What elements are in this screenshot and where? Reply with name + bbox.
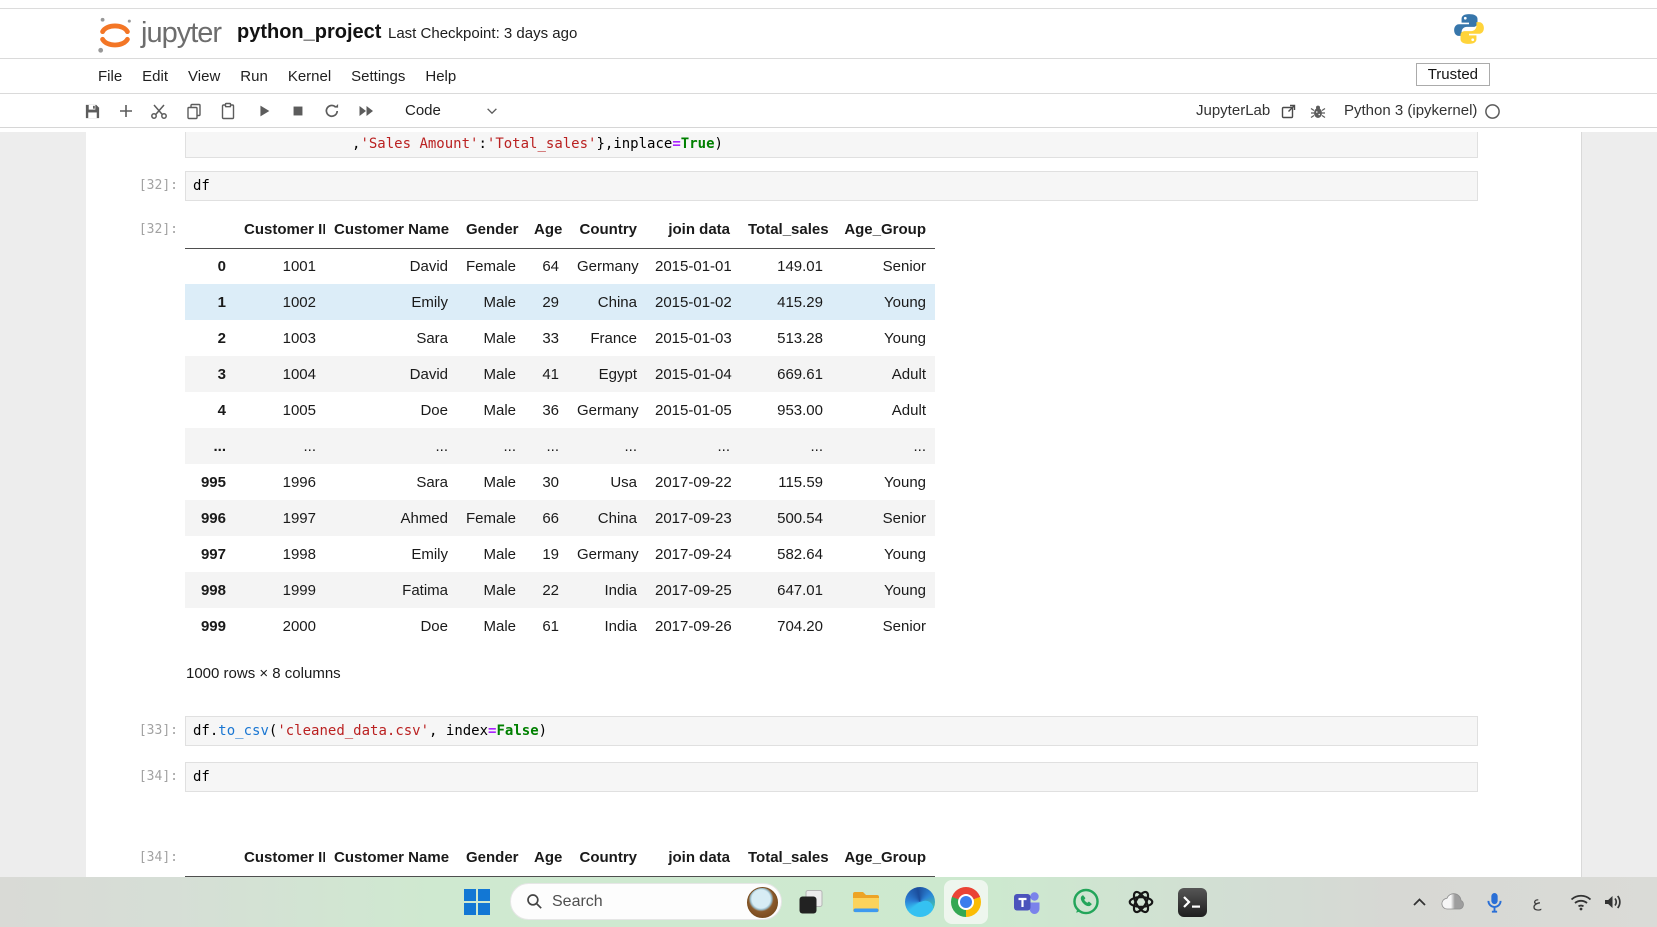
- table-row: 9971998EmilyMale19Germany2017-09-24582.6…: [185, 536, 935, 572]
- file-explorer-icon[interactable]: [851, 887, 881, 917]
- output-prompt: [32]:: [106, 212, 178, 248]
- restart-kernel-button[interactable]: [320, 94, 344, 128]
- column-header: [185, 840, 235, 876]
- window-top-strip: [0, 0, 1657, 9]
- teams-icon[interactable]: [1012, 887, 1042, 917]
- insert-cell-button[interactable]: [114, 94, 138, 128]
- dataframe-output-partial: Customer IDCustomer NameGenderAgeCountry…: [185, 840, 935, 877]
- cut-cell-button[interactable]: [147, 94, 171, 128]
- language-indicator[interactable]: ع: [1526, 887, 1548, 917]
- onedrive-icon[interactable]: [1438, 887, 1468, 917]
- notebook-page: ,'Sales Amount':'Total_sales'},inplace=T…: [86, 132, 1582, 877]
- paste-cell-button[interactable]: [216, 94, 240, 128]
- restart-run-all-button[interactable]: [354, 94, 378, 128]
- start-button[interactable]: [462, 887, 492, 917]
- table-row: 9961997AhmedFemale66China2017-09-23500.5…: [185, 500, 935, 536]
- column-header: Customer ID: [235, 840, 325, 876]
- chrome-browser-icon[interactable]: [951, 887, 981, 917]
- output-prompt: [34]:: [106, 840, 178, 876]
- code-cell-input[interactable]: df: [185, 762, 1478, 792]
- search-input[interactable]: Search: [510, 883, 782, 920]
- column-header: Age: [525, 840, 568, 876]
- column-header: join data: [646, 212, 739, 248]
- copy-cell-button[interactable]: [182, 94, 206, 128]
- menu-help[interactable]: Help: [425, 68, 456, 85]
- table-row: 9951996SaraMale30Usa2017-09-22115.59Youn…: [185, 464, 935, 500]
- column-header: Gender: [457, 212, 525, 248]
- save-button[interactable]: [80, 94, 104, 128]
- jupyter-logo-icon[interactable]: [94, 14, 136, 61]
- search-icon: [526, 893, 543, 910]
- python-logo-icon: [1452, 12, 1486, 51]
- kernel-name[interactable]: Python 3 (ipykernel): [1344, 94, 1477, 128]
- checkpoint-status: Last Checkpoint: 3 days ago: [388, 25, 577, 42]
- code-cell-input[interactable]: df: [185, 171, 1478, 201]
- terminal-icon[interactable]: [1177, 887, 1207, 917]
- column-header: Customer Name: [325, 840, 457, 876]
- column-header: join data: [646, 840, 739, 876]
- column-header: Age_Group: [832, 840, 935, 876]
- menu-edit[interactable]: Edit: [142, 68, 168, 85]
- kernel-status-icon: [1480, 94, 1504, 128]
- column-header: Country: [568, 212, 646, 248]
- table-row: 9992000DoeMale61India2017-09-26704.20Sen…: [185, 608, 935, 644]
- menu-view[interactable]: View: [188, 68, 220, 85]
- task-view-button[interactable]: [796, 887, 826, 917]
- table-header-row: Customer IDCustomer NameGenderAgeCountry…: [185, 212, 935, 248]
- dataframe-summary: 1000 rows × 8 columns: [186, 664, 341, 684]
- interrupt-kernel-button[interactable]: [286, 94, 310, 128]
- input-prompt: [32]:: [106, 171, 178, 201]
- column-header: Age: [525, 212, 568, 248]
- windows-taskbar: Search: [0, 877, 1657, 927]
- search-highlight-image[interactable]: [747, 887, 778, 918]
- table-row: 41005DoeMale36Germany2015-01-05953.00Adu…: [185, 392, 935, 428]
- menu-settings[interactable]: Settings: [351, 68, 405, 85]
- trusted-badge[interactable]: Trusted: [1416, 63, 1490, 86]
- code-cell-input[interactable]: df.to_csv('cleaned_data.csv', index=Fals…: [185, 716, 1478, 746]
- chatgpt-icon[interactable]: [1126, 887, 1156, 917]
- code-cell-input[interactable]: ,'Sales Amount':'Total_sales'},inplace=T…: [185, 132, 1478, 158]
- menubar: File Edit View Run Kernel Settings Help Trusted: [0, 59, 1657, 94]
- search-placeholder: Search: [552, 893, 603, 911]
- edge-browser-icon[interactable]: [905, 887, 935, 917]
- cell-type-dropdown[interactable]: Code: [405, 94, 441, 128]
- external-link-icon[interactable]: [1276, 94, 1300, 128]
- column-header: Age_Group: [832, 212, 935, 248]
- input-prompt: [33]:: [106, 716, 178, 746]
- input-prompt: [34]:: [106, 762, 178, 792]
- table-row: 01001DavidFemale64Germany2015-01-01149.0…: [185, 248, 935, 284]
- chrome-active-highlight[interactable]: [944, 880, 988, 924]
- notebook-title[interactable]: python_project: [237, 21, 381, 44]
- table-row: 21003SaraMale33France2015-01-03513.28You…: [185, 320, 935, 356]
- menu-file[interactable]: File: [98, 68, 122, 85]
- column-header: Customer ID: [235, 212, 325, 248]
- jupyterlab-link[interactable]: JupyterLab: [1196, 94, 1270, 128]
- menu-kernel[interactable]: Kernel: [288, 68, 331, 85]
- column-header: Total_sales: [739, 840, 832, 876]
- column-header: Customer Name: [325, 212, 457, 248]
- run-cell-button[interactable]: [252, 94, 276, 128]
- menu-run[interactable]: Run: [240, 68, 268, 85]
- column-header: [185, 212, 235, 248]
- speaker-icon[interactable]: [1600, 887, 1626, 917]
- microphone-icon[interactable]: [1482, 887, 1506, 917]
- column-header: Gender: [457, 840, 525, 876]
- notebook-header: jupyter python_project Last Checkpoint: …: [0, 9, 1657, 59]
- dataframe-output: Customer IDCustomer NameGenderAgeCountry…: [185, 212, 935, 644]
- table-row: ...........................: [185, 428, 935, 464]
- tray-chevron-up-icon[interactable]: [1408, 887, 1430, 917]
- table-row: 11002EmilyMale29China2015-01-02415.29You…: [185, 284, 935, 320]
- table-row: 31004DavidMale41Egypt2015-01-04669.61Adu…: [185, 356, 935, 392]
- notebook-scroll-area[interactable]: ,'Sales Amount':'Total_sales'},inplace=T…: [0, 132, 1657, 877]
- column-header: Total_sales: [739, 212, 832, 248]
- jupyter-logo-text: jupyter: [141, 17, 221, 50]
- table-row: 9981999FatimaMale22India2017-09-25647.01…: [185, 572, 935, 608]
- whatsapp-icon[interactable]: [1071, 887, 1101, 917]
- wifi-icon[interactable]: [1568, 887, 1594, 917]
- debugger-bug-icon[interactable]: [1306, 94, 1330, 128]
- table-header-row: Customer IDCustomer NameGenderAgeCountry…: [185, 840, 935, 876]
- chevron-down-icon[interactable]: [480, 94, 504, 128]
- column-header: Country: [568, 840, 646, 876]
- toolbar: Code JupyterLab Python 3 (ipykernel): [0, 94, 1657, 128]
